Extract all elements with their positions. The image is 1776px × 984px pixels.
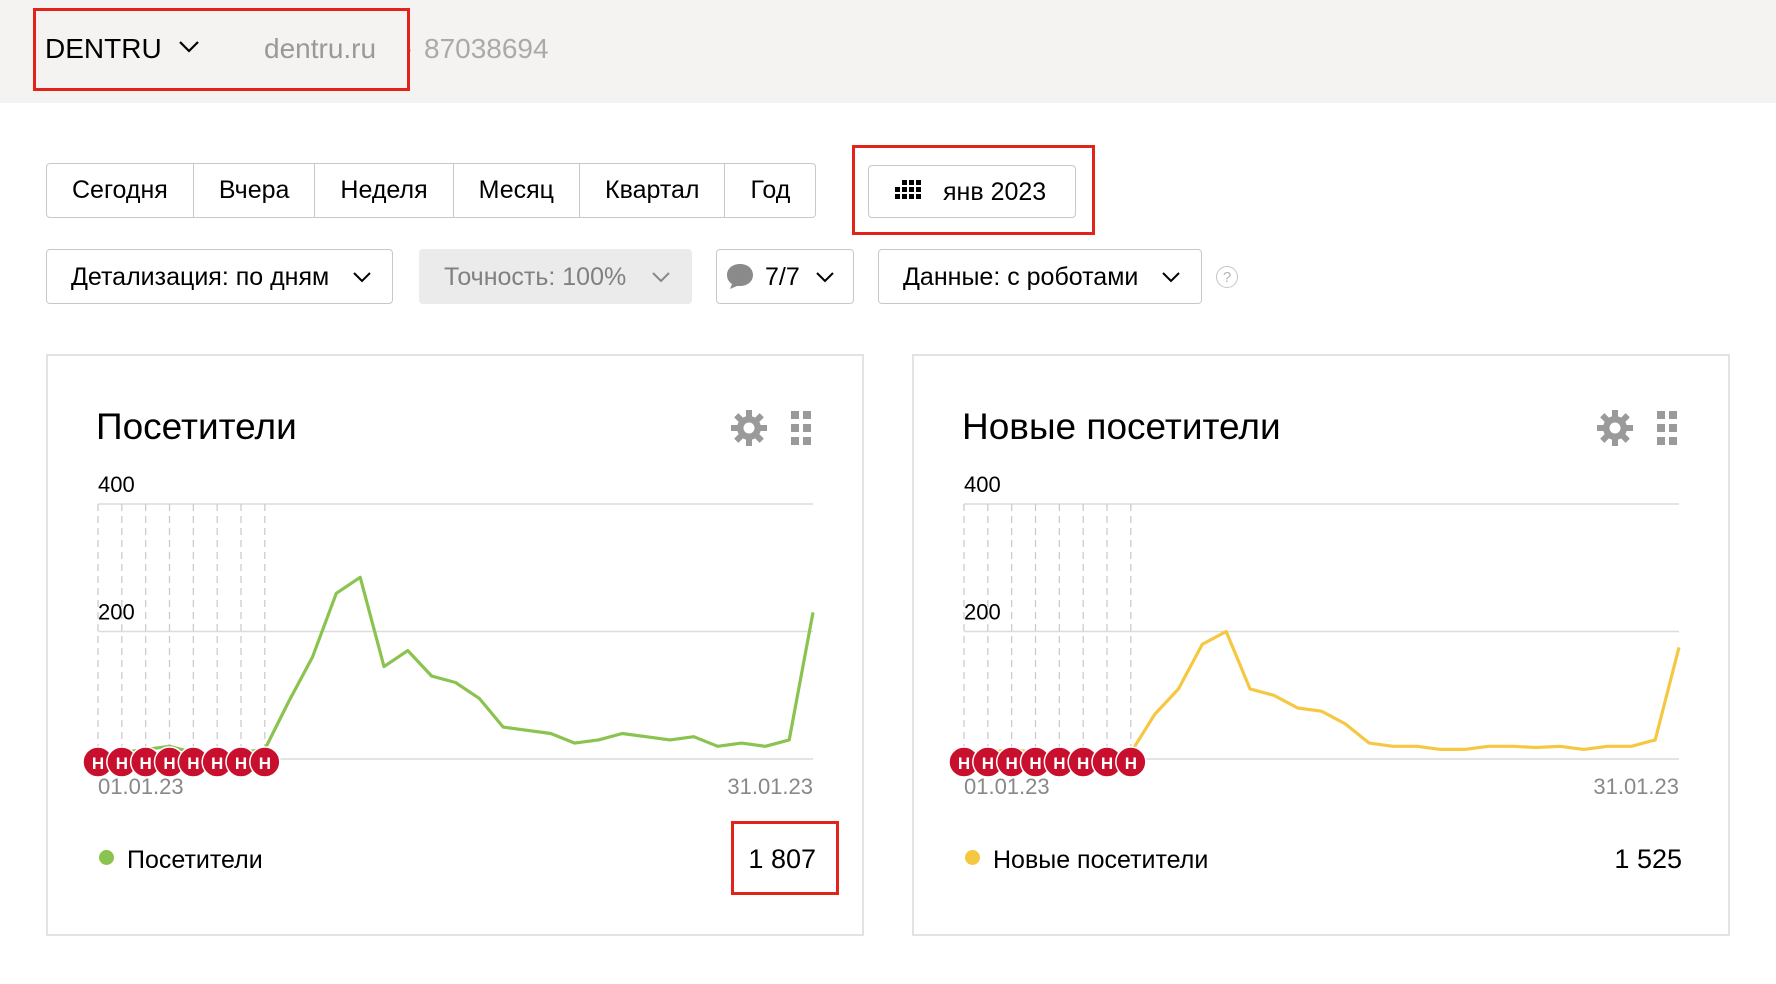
goals-label: 7/7	[765, 263, 800, 291]
holiday-marker-label: Н	[1101, 754, 1113, 773]
period-today-button[interactable]: Сегодня	[47, 164, 194, 217]
calendar-icon	[895, 180, 921, 199]
period-month-button[interactable]: Месяц	[454, 164, 580, 217]
holiday-marker: Н	[249, 746, 281, 778]
holiday-marker-label: Н	[140, 754, 152, 773]
total-value: 1 525	[1614, 844, 1682, 874]
holiday-marker-label: Н	[187, 754, 199, 773]
holiday-marker-label: Н	[1053, 754, 1065, 773]
holiday-marker-label: Н	[982, 754, 994, 773]
y-tick-label: 400	[964, 472, 1001, 497]
site-header: DENTRU dentru.ru · 87038694	[0, 0, 1776, 103]
holiday-marker-label: Н	[235, 754, 247, 773]
total-value: 1 807	[748, 844, 816, 874]
data-label: Данные: с роботами	[903, 263, 1139, 291]
holiday-marker-label: Н	[92, 754, 104, 773]
period-quarter-button[interactable]: Квартал	[580, 164, 726, 217]
accuracy-dropdown[interactable]: Точность: 100%	[419, 249, 692, 304]
goals-dropdown[interactable]: 7/7	[716, 249, 854, 304]
holiday-marker-label: Н	[1006, 754, 1018, 773]
chevron-down-icon	[652, 272, 670, 283]
holiday-marker-label: Н	[116, 754, 128, 773]
holiday-marker-label: Н	[958, 754, 970, 773]
chevron-down-icon[interactable]	[178, 40, 200, 54]
legend-dot	[965, 850, 980, 865]
date-range-label: янв 2023	[943, 178, 1047, 206]
date-range-button[interactable]: янв 2023	[868, 165, 1076, 218]
series-line	[963, 629, 1681, 758]
legend-label: Новые посетители	[993, 846, 1209, 874]
chevron-down-icon	[1162, 272, 1180, 283]
accuracy-label: Точность: 100%	[444, 263, 627, 291]
chevron-down-icon	[816, 272, 834, 283]
x-tick-label: 01.01.23	[98, 774, 184, 799]
counter-id: 87038694	[424, 33, 549, 64]
holiday-marker-label: Н	[1029, 754, 1041, 773]
legend-dot	[99, 850, 114, 865]
detail-dropdown[interactable]: Детализация: по дням	[46, 249, 393, 304]
comment-icon	[727, 264, 753, 289]
series-line	[97, 575, 815, 758]
holiday-marker-label: Н	[259, 754, 271, 773]
site-domain: dentru.ru	[264, 33, 377, 64]
x-tick-label: 31.01.23	[1593, 774, 1679, 799]
data-dropdown[interactable]: Данные: с роботами	[878, 249, 1202, 304]
period-week-button[interactable]: Неделя	[315, 164, 454, 217]
widget-visitors: Посетители 200 400 01.01.23 31.01.23 Н Н Н Н Н Н Н…	[46, 354, 864, 936]
holiday-marker-label: Н	[1125, 754, 1137, 773]
period-yesterday-button[interactable]: Вчера	[194, 164, 316, 217]
site-selector[interactable]: DENTRU	[45, 33, 162, 65]
detail-label: Детализация: по дням	[71, 263, 330, 291]
widget-new-visitors: Новые посетители 200 400 01.01.23 31.01.23 Н…	[912, 354, 1730, 936]
y-tick-label: 200	[964, 600, 1001, 625]
holiday-marker-label: Н	[1077, 754, 1089, 773]
chevron-down-icon	[353, 272, 371, 283]
period-year-button[interactable]: Год	[725, 164, 815, 217]
legend-label: Посетители	[127, 846, 263, 874]
holiday-marker: Н	[1115, 746, 1147, 778]
y-tick-label: 200	[98, 600, 135, 625]
y-tick-label: 400	[98, 472, 135, 497]
separator-dot: ·	[405, 33, 415, 64]
holiday-marker-label: Н	[163, 754, 175, 773]
help-icon[interactable]: ?	[1216, 266, 1238, 288]
x-tick-label: 01.01.23	[964, 774, 1050, 799]
x-tick-label: 31.01.23	[727, 774, 813, 799]
period-selector: Сегодня Вчера Неделя Месяц Квартал Год	[46, 163, 817, 218]
holiday-marker-label: Н	[211, 754, 223, 773]
